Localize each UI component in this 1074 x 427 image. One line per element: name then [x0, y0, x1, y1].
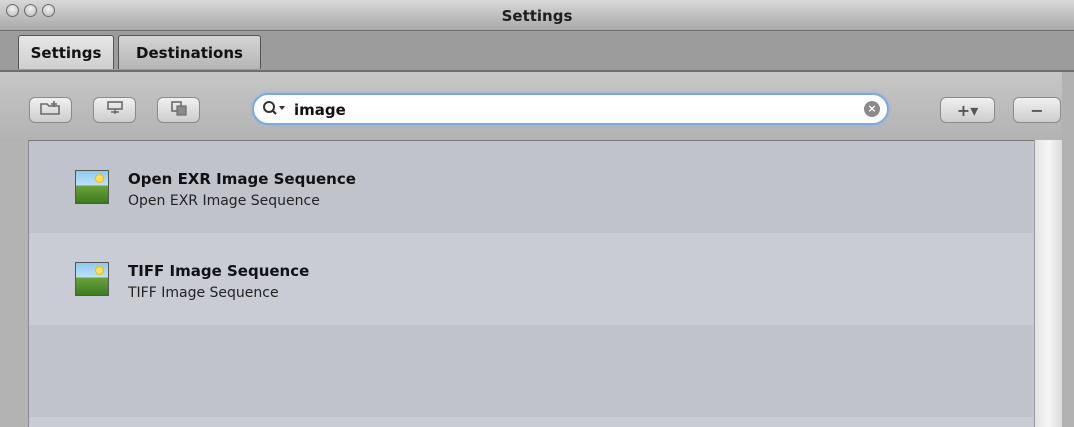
duplicate-icon [170, 100, 188, 120]
image-icon [75, 262, 109, 296]
duplicate-button[interactable] [157, 97, 200, 123]
empty-row [29, 325, 1033, 417]
search-input[interactable] [294, 99, 854, 121]
clear-icon[interactable]: × [864, 101, 880, 117]
new-group-button[interactable] [93, 97, 136, 123]
list-item-title: Open EXR Image Sequence [128, 170, 356, 188]
search-field[interactable]: × [252, 93, 889, 125]
remove-button[interactable]: − [1013, 97, 1061, 123]
window-title: Settings [501, 7, 573, 25]
add-button[interactable]: +▾ [940, 97, 995, 123]
list-item-title: TIFF Image Sequence [128, 262, 310, 280]
new-folder-icon [39, 100, 63, 120]
settings-list: Open EXR Image Sequence Open EXR Image S… [28, 140, 1034, 427]
image-icon [75, 170, 109, 204]
new-folder-button[interactable] [29, 97, 72, 123]
toolbar: × +▾ − [0, 72, 1074, 142]
list-item-subtitle: TIFF Image Sequence [128, 285, 279, 301]
list-item[interactable]: Open EXR Image Sequence Open EXR Image S… [29, 141, 1033, 233]
tab-bar: Settings Destinations [0, 31, 1074, 71]
tab-destinations[interactable]: Destinations [118, 35, 261, 69]
new-group-icon [105, 100, 125, 120]
tab-settings[interactable]: Settings [18, 35, 114, 69]
search-icon[interactable] [262, 100, 292, 118]
vertical-scrollbar[interactable] [1034, 140, 1062, 427]
settings-window: Settings Settings Destinations image × +… [0, 0, 1074, 427]
title-bar[interactable]: Settings [0, 0, 1074, 31]
window-edge [1062, 72, 1074, 427]
list-item[interactable]: TIFF Image Sequence TIFF Image Sequence [29, 233, 1033, 325]
list-item-subtitle: Open EXR Image Sequence [128, 193, 320, 209]
